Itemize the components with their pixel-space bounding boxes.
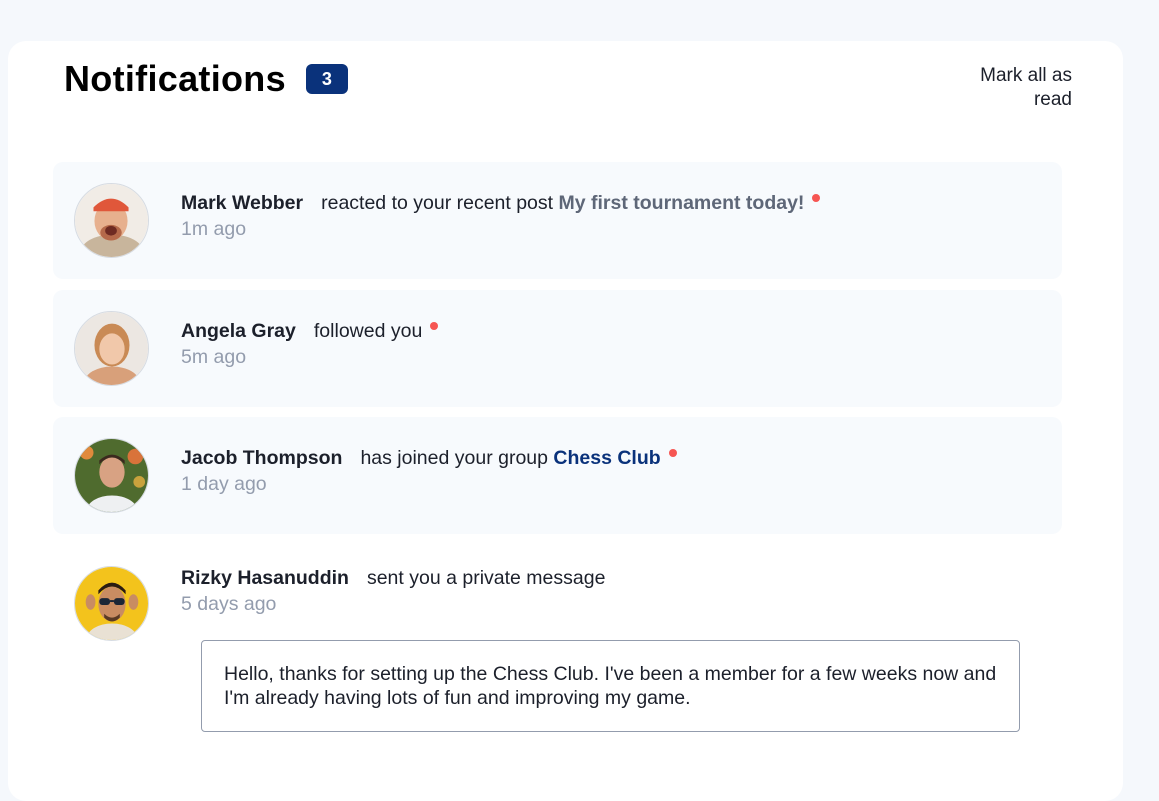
avatar-angela-gray-icon — [75, 312, 148, 385]
unread-dot — [812, 194, 821, 202]
user-name-link[interactable]: Mark Webber — [181, 192, 303, 214]
avatar[interactable] — [74, 566, 149, 641]
notification-action: has joined your group — [360, 447, 548, 469]
unread-dot — [430, 322, 439, 330]
notification-action: reacted to your recent post — [321, 192, 554, 214]
notification-item[interactable]: Angela Gray followed you 5m ago — [53, 290, 1062, 407]
notification-item[interactable]: Jacob Thompson has joined your group Ches… — [53, 417, 1062, 534]
user-name-link[interactable]: Angela Gray — [181, 320, 296, 342]
notification-time: 5 days ago — [181, 593, 277, 615]
notification-action: followed you — [313, 320, 423, 342]
notification-time: 5m ago — [181, 346, 247, 368]
notification-action: sent you a private message — [366, 567, 606, 589]
notification-time: 1m ago — [181, 218, 247, 240]
notification-line: Rizky Hasanuddin sent you a private messa… — [181, 565, 1041, 591]
title-group: Notifications 3 — [64, 58, 348, 100]
notification-line: Jacob Thompson has joined your group Ches… — [181, 445, 1041, 471]
unread-dot — [668, 449, 677, 457]
notification-text: Mark Webber reacted to your recent post M… — [181, 190, 1041, 242]
avatar[interactable] — [74, 438, 149, 513]
notification-time: 1 day ago — [181, 473, 267, 495]
avatar-jacob-thompson-icon — [75, 439, 148, 512]
notification-line: Mark Webber reacted to your recent post M… — [181, 190, 1041, 216]
avatar[interactable] — [74, 183, 149, 258]
notification-item[interactable]: Rizky Hasanuddin sent you a private messa… — [53, 545, 1062, 745]
private-message-preview[interactable]: Hello, thanks for setting up the Chess C… — [201, 640, 1020, 732]
avatar-rizky-hasanuddin-icon — [75, 567, 148, 640]
post-link[interactable]: My first tournament today! — [559, 192, 805, 214]
page-title: Notifications — [64, 58, 286, 99]
notification-line: Angela Gray followed you — [181, 318, 1041, 344]
group-link[interactable]: Chess Club — [553, 447, 660, 469]
unread-count-badge: 3 — [305, 64, 348, 94]
notifications-header: Notifications 3 Mark all as read — [64, 58, 1072, 112]
user-name-link[interactable]: Rizky Hasanuddin — [181, 567, 349, 589]
notification-text: Angela Gray followed you 5m ago — [181, 318, 1041, 370]
avatar-mark-webber-icon — [75, 184, 148, 257]
avatar[interactable] — [74, 311, 149, 386]
notification-text: Rizky Hasanuddin sent you a private messa… — [181, 565, 1041, 617]
notification-text: Jacob Thompson has joined your group Ches… — [181, 445, 1041, 497]
notification-item[interactable]: Mark Webber reacted to your recent post M… — [53, 162, 1062, 279]
user-name-link[interactable]: Jacob Thompson — [181, 447, 342, 469]
mark-all-read-button[interactable]: Mark all as read — [962, 64, 1072, 112]
